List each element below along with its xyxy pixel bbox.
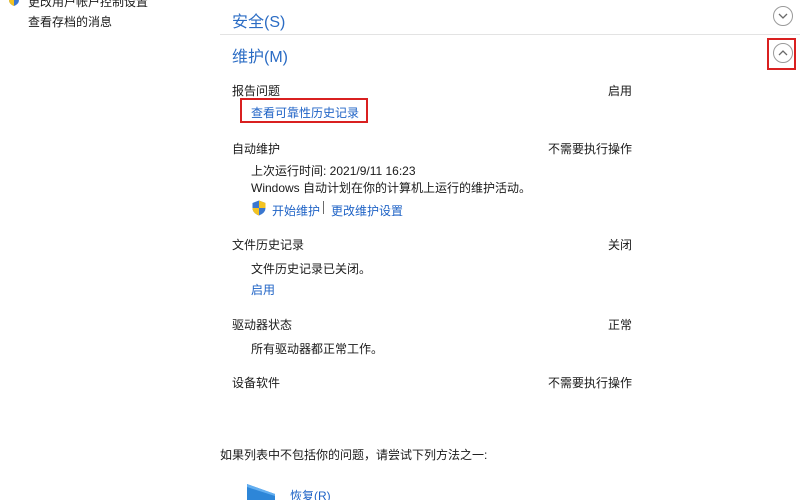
auto-maintenance-label: 自动维护 — [232, 142, 281, 156]
report-problems-status: 启用 — [607, 84, 632, 98]
view-reliability-history-link[interactable]: 查看可靠性历史记录 — [251, 104, 359, 121]
footer-hint: 如果列表中不包括你的问题，请尝试下列方法之一: — [220, 448, 488, 462]
drive-status-description: 所有驱动器都正常工作。 — [251, 342, 384, 356]
uac-shield-icon — [9, 0, 19, 6]
device-software-label: 设备软件 — [232, 376, 281, 390]
device-software-status: 不需要执行操作 — [547, 376, 632, 390]
security-expand-button[interactable] — [773, 6, 793, 26]
drive-status-status: 正常 — [607, 318, 632, 332]
chevron-down-icon — [778, 13, 788, 19]
link-separator — [323, 201, 324, 214]
security-section-header[interactable]: 安全(S) — [220, 0, 800, 35]
sidebar-archived-messages-link[interactable]: 查看存档的消息 — [28, 13, 112, 30]
file-history-status: 关闭 — [607, 238, 632, 252]
sidebar-uac-link[interactable]: 更改用户帐户控制设置 — [28, 0, 148, 10]
maintenance-section-header[interactable]: 维护(M) — [220, 35, 800, 70]
restore-icon — [247, 484, 275, 500]
auto-maintenance-status: 不需要执行操作 — [547, 142, 632, 156]
security-section-title[interactable]: 安全(S) — [232, 8, 285, 32]
chevron-up-icon — [778, 50, 788, 56]
change-maintenance-settings-link[interactable]: 更改维护设置 — [331, 202, 403, 219]
enable-file-history-link[interactable]: 启用 — [251, 281, 275, 298]
file-history-label: 文件历史记录 — [232, 238, 305, 252]
sidebar: 更改用户帐户控制设置 查看存档的消息 — [0, 0, 222, 500]
auto-maintenance-description: Windows 自动计划在你的计算机上运行的维护活动。 — [251, 181, 532, 195]
restore-link[interactable]: 恢复(R) — [290, 487, 331, 500]
main-panel: 安全(S) 维护(M) 报告问题 启用 查看可靠性历史记录 自动维护 不需要执行… — [220, 0, 800, 500]
admin-shield-icon — [252, 200, 266, 216]
drive-status-label: 驱动器状态 — [232, 318, 293, 332]
auto-maintenance-last-run: 上次运行时间: 2021/9/11 16:23 — [251, 164, 416, 178]
maintenance-section-title[interactable]: 维护(M) — [232, 43, 288, 67]
report-problems-label: 报告问题 — [232, 84, 281, 98]
file-history-description: 文件历史记录已关闭。 — [251, 262, 372, 276]
maintenance-collapse-button[interactable] — [773, 43, 793, 63]
start-maintenance-link[interactable]: 开始维护 — [272, 202, 320, 219]
